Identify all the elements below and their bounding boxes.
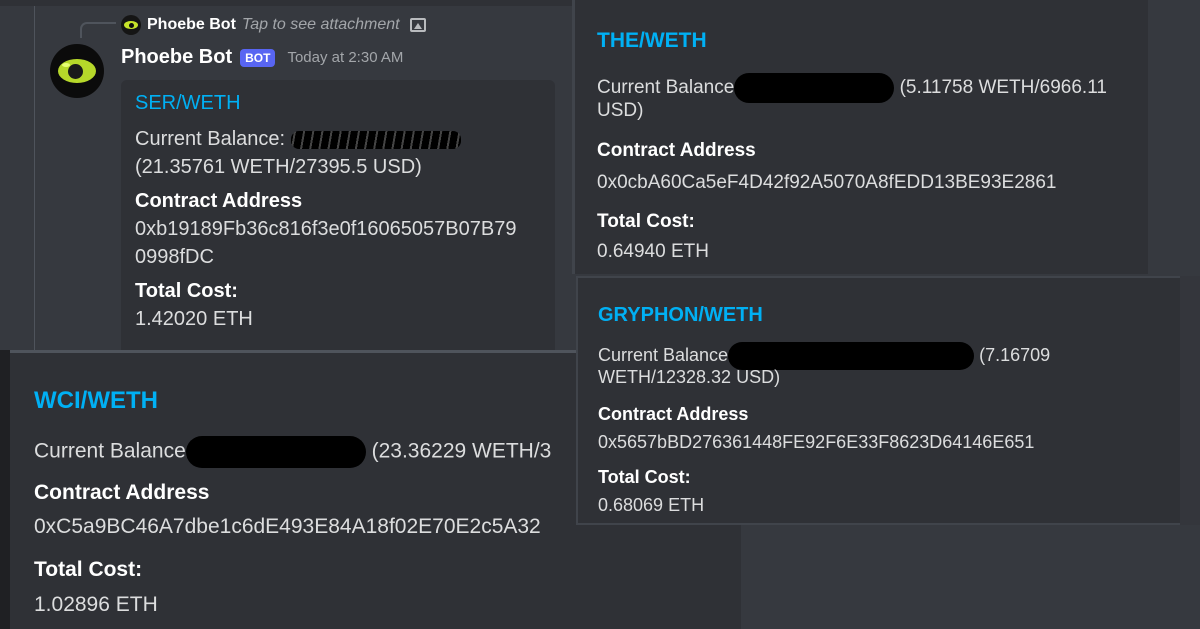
total-cost-value: 0.68069 ETH bbox=[598, 495, 705, 515]
message-timestamp[interactable]: Today at 2:30 AM bbox=[287, 49, 403, 66]
balance-line: Current Balance (7.16709 bbox=[598, 342, 1050, 370]
author-name[interactable]: Phoebe Bot bbox=[121, 46, 232, 69]
balance-line: Current Balance (23.36229 WETH/3 bbox=[34, 436, 551, 468]
balance-label: Current Balance bbox=[598, 344, 729, 365]
avatar[interactable] bbox=[50, 44, 104, 98]
discord-message: Phoebe Bot Tap to see attachment Phoebe … bbox=[0, 0, 572, 350]
contract-address: 0x0cbA60Ca5eF4D42f92A5070A8fEDD13BE93E28… bbox=[597, 172, 1057, 193]
balance-line: Current Balance (5.11758 WETH/6966.11 bbox=[597, 73, 1107, 103]
embed-gryphon: GRYPHON/WETH Current Balance (7.16709 WE… bbox=[576, 276, 1180, 525]
total-cost-value: 0.64940 ETH bbox=[597, 241, 709, 262]
total-cost-value: 1.42020 ETH bbox=[135, 308, 253, 330]
embed-title[interactable]: THE/WETH bbox=[597, 29, 707, 53]
total-cost-label: Total Cost: bbox=[34, 558, 143, 581]
contract-address-line-2: 0998fDC bbox=[135, 246, 214, 268]
balance-value-cont: WETH/12328.32 USD) bbox=[598, 367, 781, 387]
total-cost-label: Total Cost: bbox=[135, 280, 238, 302]
reply-text[interactable]: Tap to see attachment bbox=[242, 16, 400, 34]
balance-value-cont: USD) bbox=[597, 100, 644, 121]
contract-address: 0xC5a9BC46A7dbe1c6dE493E84A18f02E70E2c5A… bbox=[34, 515, 541, 538]
image-icon bbox=[409, 18, 426, 32]
embed-title[interactable]: GRYPHON/WETH bbox=[598, 304, 763, 327]
background-strip bbox=[1180, 276, 1200, 525]
balance-label: Current Balance bbox=[597, 77, 735, 99]
balance-value: (23.36229 WETH/3 bbox=[371, 439, 552, 463]
total-cost-label: Total Cost: bbox=[598, 467, 691, 487]
balance-label: Current Balance: bbox=[135, 128, 286, 150]
embed-wci: WCI/WETH Current Balance (23.36229 WETH/… bbox=[0, 350, 576, 629]
total-cost-value: 1.02896 ETH bbox=[34, 593, 158, 616]
balance-line: Current Balance: bbox=[135, 125, 541, 153]
embed-the: THE/WETH Current Balance (5.11758 WETH/6… bbox=[572, 0, 1148, 274]
balance-value: (5.11758 WETH/6966.11 bbox=[899, 77, 1107, 99]
redaction-mark bbox=[734, 73, 895, 103]
redaction-scribble bbox=[290, 130, 461, 149]
contract-label: Contract Address bbox=[34, 481, 210, 504]
contract-label: Contract Address bbox=[598, 404, 749, 424]
contract-label: Contract Address bbox=[597, 140, 756, 161]
balance-value: (7.16709 bbox=[979, 344, 1051, 365]
top-divider bbox=[0, 0, 572, 6]
balance-label: Current Balance bbox=[34, 439, 186, 463]
left-edge-strip bbox=[0, 350, 10, 629]
message-header: Phoebe Bot BOT Today at 2:30 AM bbox=[121, 46, 403, 69]
contract-address-line-1: 0xb19189Fb36c816f3e0f16065057B07B79 bbox=[135, 218, 517, 240]
reply-connector bbox=[80, 22, 116, 38]
embed-ser: SER/WETH Current Balance: (21.35761 WETH… bbox=[121, 80, 555, 350]
embed-extension bbox=[576, 525, 741, 629]
bot-badge: BOT bbox=[240, 48, 276, 67]
embed-title[interactable]: SER/WETH bbox=[135, 92, 541, 115]
reply-author[interactable]: Phoebe Bot bbox=[147, 16, 236, 34]
total-cost-label: Total Cost: bbox=[597, 211, 695, 232]
balance-value: (21.35761 WETH/27395.5 USD) bbox=[135, 156, 422, 178]
contract-address: 0x5657bBD276361448FE92F6E33F8623D64146E6… bbox=[598, 432, 1035, 452]
background-strip bbox=[1148, 0, 1200, 274]
thread-line bbox=[34, 6, 35, 350]
redaction-mark bbox=[185, 436, 366, 468]
reply-avatar bbox=[121, 15, 141, 35]
reply-preview[interactable]: Phoebe Bot Tap to see attachment bbox=[121, 13, 426, 37]
embed-title[interactable]: WCI/WETH bbox=[34, 387, 158, 415]
redaction-mark bbox=[728, 342, 975, 370]
contract-label: Contract Address bbox=[135, 190, 303, 212]
